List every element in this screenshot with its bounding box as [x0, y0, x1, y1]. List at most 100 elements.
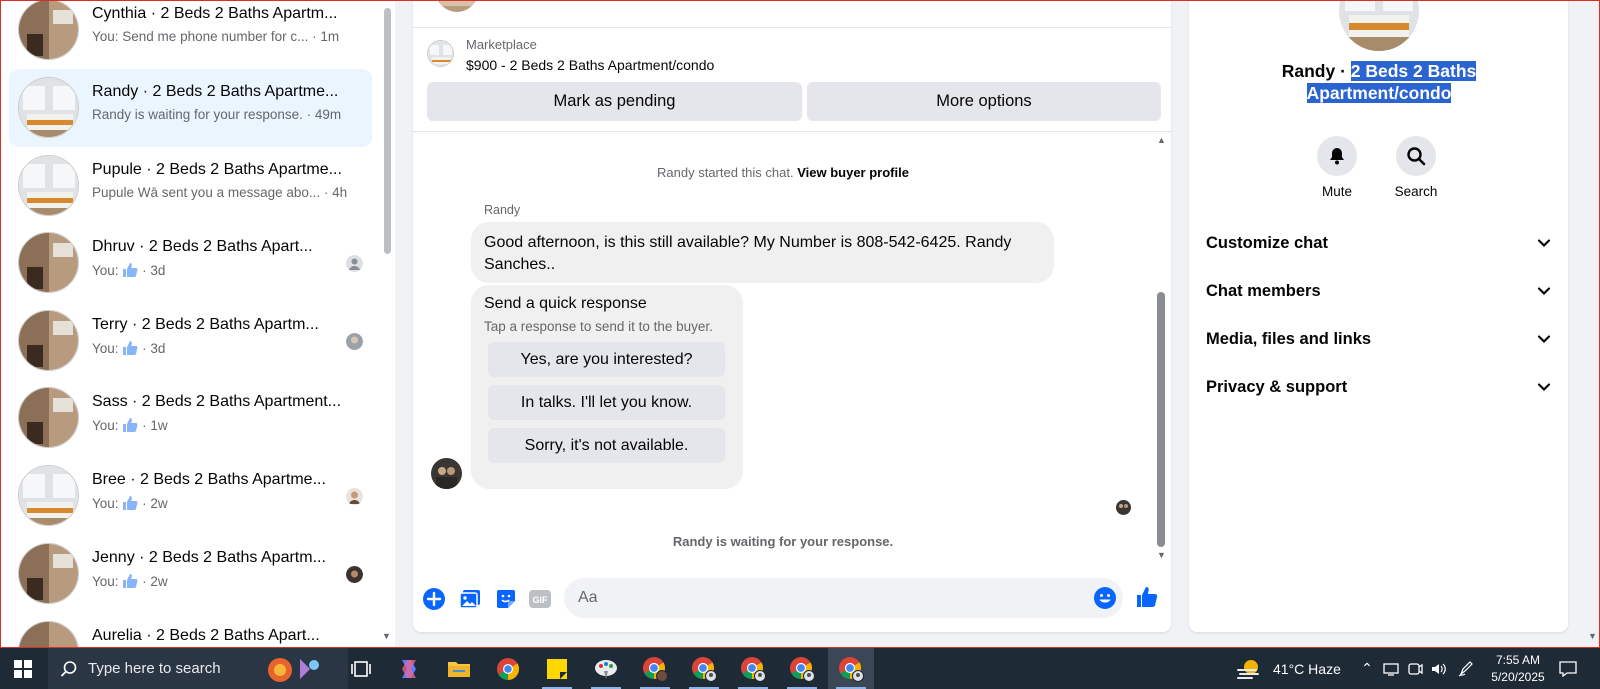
chrome-profile-1-app[interactable] — [632, 648, 678, 689]
conversation-name: Bree · 2 Beds 2 Baths Apartme... — [92, 471, 326, 488]
quick-response-yes-button[interactable]: Yes, are you interested? — [488, 342, 725, 377]
conversation-name: Aurelia · 2 Beds 2 Baths Apart... — [92, 627, 320, 644]
taskbar-clock[interactable]: 7:55 AM 5/20/2025 — [1478, 652, 1558, 686]
view-buyer-profile-link[interactable]: View buyer profile — [797, 165, 909, 180]
search-icon — [1407, 147, 1426, 166]
customize-chat-section[interactable]: Customize chat — [1206, 225, 1551, 261]
listing-title[interactable]: $900 - 2 Beds 2 Baths Apartment/condo — [466, 57, 714, 73]
conversation-list: Cynthia · 2 Beds 2 Baths Apartm... You: … — [0, 0, 395, 648]
listing-thumbnail — [18, 155, 79, 216]
conversation-item-terry[interactable]: Terry · 2 Beds 2 Baths Apartm... You: · … — [9, 302, 372, 380]
listing-thumbnail — [18, 387, 79, 448]
search-in-chat-button[interactable]: Search — [1381, 136, 1451, 199]
conversation-preview: Pupule Wā sent you a message abo... · 4h — [92, 185, 348, 200]
scroll-down-arrow-icon[interactable]: ▼ — [1157, 550, 1166, 560]
chat-started-notice: Randy started this chat. View buyer prof… — [657, 165, 909, 180]
notification-icon[interactable] — [1556, 648, 1580, 689]
marketplace-listing-thumbnail — [427, 40, 454, 67]
haze-weather-icon — [1237, 659, 1259, 679]
chrome-profile-2-app[interactable] — [681, 648, 727, 689]
search-icon — [60, 661, 77, 677]
start-button[interactable] — [0, 648, 46, 689]
scroll-down-arrow-icon[interactable]: ▼ — [382, 631, 391, 641]
conversation-preview: You: · 3d — [92, 341, 166, 356]
volume-icon[interactable] — [1427, 648, 1451, 689]
file-explorer-app[interactable] — [436, 648, 482, 689]
taskbar-search-box[interactable]: Type here to search — [48, 648, 348, 689]
weather-text: 41°C Haze — [1273, 660, 1341, 677]
media-files-links-section[interactable]: Media, files and links — [1206, 321, 1551, 357]
conversation-item-cynthia[interactable]: Cynthia · 2 Beds 2 Baths Apartm... You: … — [9, 0, 372, 69]
conversation-preview: You: · 1w — [92, 418, 168, 433]
photo-icon[interactable] — [458, 587, 482, 611]
conversation-item-sass[interactable]: Sass · 2 Beds 2 Baths Apartment... You: … — [9, 379, 372, 457]
message-input[interactable] — [564, 578, 1123, 618]
conversation-item-bree[interactable]: Bree · 2 Beds 2 Baths Apartme... You: · … — [9, 457, 372, 535]
quick-response-in-talks-button[interactable]: In talks. I'll let you know. — [488, 385, 725, 420]
message-bubble: Good afternoon, is this still available?… — [471, 222, 1054, 283]
chrome-icon — [497, 657, 519, 680]
marketplace-label: Marketplace — [466, 37, 537, 52]
chevron-down-icon — [1537, 383, 1551, 392]
conversation-name: Terry · 2 Beds 2 Baths Apartm... — [92, 316, 319, 333]
conversation-item-pupule[interactable]: Pupule · 2 Beds 2 Baths Apartme... Pupul… — [9, 147, 372, 225]
mute-label: Mute — [1321, 184, 1352, 199]
conversation-name: Jenny · 2 Beds 2 Baths Apartm... — [92, 549, 326, 566]
conversation-item-randy[interactable]: Randy · 2 Beds 2 Baths Apartme... Randy … — [9, 69, 372, 147]
pen-icon[interactable] — [1454, 648, 1478, 689]
gif-icon[interactable]: GIF — [528, 587, 552, 611]
plus-icon[interactable] — [422, 587, 446, 611]
sender-avatar[interactable] — [431, 458, 462, 489]
mute-button[interactable]: Mute — [1302, 136, 1372, 199]
chrome-profile-icon — [839, 656, 864, 682]
privacy-support-section[interactable]: Privacy & support — [1206, 369, 1551, 405]
conversation-name: Dhruv · 2 Beds 2 Baths Apart... — [92, 238, 313, 255]
clock-date: 5/20/2025 — [1491, 670, 1545, 684]
listing-avatar — [1339, 0, 1419, 51]
conversation-item-jenny[interactable]: Jenny · 2 Beds 2 Baths Apartm... You: · … — [9, 535, 372, 613]
emoji-icon[interactable] — [1093, 586, 1117, 610]
thumbs-up-icon — [123, 263, 138, 277]
chat-members-section[interactable]: Chat members — [1206, 273, 1551, 309]
seen-avatar — [346, 566, 363, 583]
thumbs-up-icon[interactable] — [1135, 585, 1159, 609]
message-sender-name: Randy — [484, 203, 521, 217]
clock-time: 7:55 AM — [1495, 653, 1541, 667]
thumbs-up-icon — [123, 418, 138, 432]
sticker-icon[interactable] — [494, 587, 518, 611]
thumbs-up-icon — [123, 496, 138, 510]
conversation-preview: Randy is waiting for your response. · 49… — [92, 107, 342, 122]
scroll-up-arrow-icon[interactable]: ▲ — [1157, 135, 1166, 145]
copilot-app[interactable] — [386, 648, 432, 689]
mark-as-pending-button[interactable]: Mark as pending — [427, 82, 802, 121]
sticky-notes-app[interactable] — [534, 648, 580, 689]
folder-icon — [448, 661, 470, 677]
chrome-profile-5-app[interactable] — [828, 648, 874, 689]
conversation-preview: You: · 2w — [92, 496, 168, 511]
task-view-icon — [351, 660, 371, 677]
listing-thumbnail — [18, 77, 79, 138]
chrome-profile-4-app[interactable] — [779, 648, 825, 689]
scroll-down-arrow-icon[interactable]: ▼ — [1588, 631, 1597, 641]
meet-now-icon[interactable] — [1403, 648, 1427, 689]
weather-widget[interactable]: 41°C Haze — [1237, 648, 1341, 689]
listing-thumbnail — [18, 543, 79, 604]
search-label: Search — [1394, 184, 1438, 199]
chrome-app[interactable] — [485, 648, 531, 689]
paint-app[interactable] — [583, 648, 629, 689]
conversation-item-aurelia[interactable]: Aurelia · 2 Beds 2 Baths Apart... — [9, 613, 372, 648]
listing-thumbnail — [18, 465, 79, 526]
task-view-button[interactable] — [338, 648, 384, 689]
chevron-down-icon — [1537, 239, 1551, 248]
chat-scrollbar[interactable] — [1157, 292, 1165, 547]
conversation-list-scrollbar[interactable] — [384, 8, 391, 254]
seen-avatar — [346, 488, 363, 505]
chevron-down-icon — [1537, 335, 1551, 344]
quick-response-not-available-button[interactable]: Sorry, it's not available. — [488, 428, 725, 463]
conversation-item-dhruv[interactable]: Dhruv · 2 Beds 2 Baths Apart... You: · 3… — [9, 224, 372, 302]
chevron-up-icon[interactable]: ⌃ — [1355, 648, 1379, 689]
chrome-profile-3-app[interactable] — [730, 648, 776, 689]
listing-thumbnail — [18, 621, 79, 648]
network-icon[interactable] — [1379, 648, 1403, 689]
more-options-button[interactable]: More options — [807, 82, 1161, 121]
